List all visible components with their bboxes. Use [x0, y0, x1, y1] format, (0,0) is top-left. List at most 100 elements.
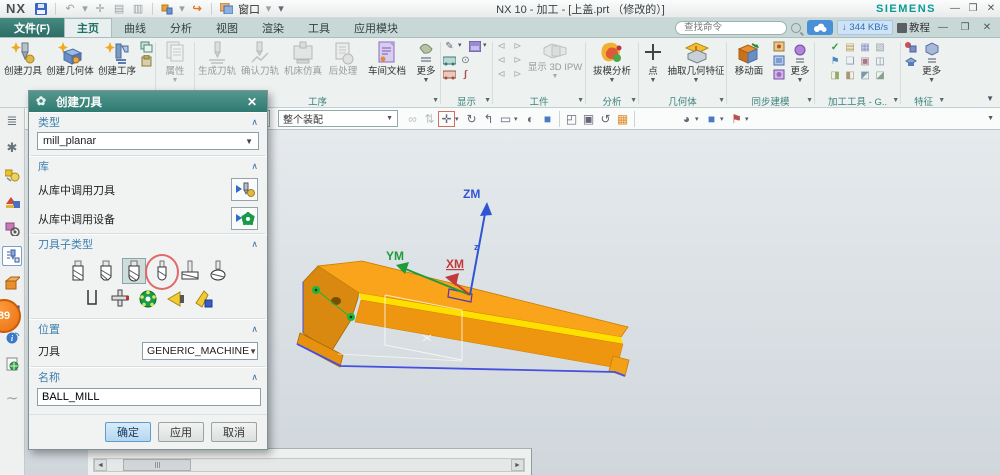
render-style-cube-icon[interactable]: ■: [703, 111, 720, 127]
move-face-button[interactable]: 移动面: [728, 40, 770, 77]
close-doc-button[interactable]: ✕: [978, 21, 996, 35]
circle-dot-icon[interactable]: ⊙: [458, 55, 473, 68]
tool-subtype-drill[interactable]: [80, 286, 104, 312]
operation-more-button[interactable]: 更多 ▼: [413, 40, 439, 84]
tab-modules[interactable]: 应用模块: [342, 18, 410, 37]
assembly-navigator-icon[interactable]: ≣: [2, 111, 22, 131]
cancel-button[interactable]: 取消: [211, 422, 257, 442]
section-header-type[interactable]: 类型∧: [29, 112, 267, 131]
dialog-title-bar[interactable]: ✿ 创建刀具 ✕: [29, 91, 267, 112]
dropdown-icon[interactable]: ▾: [458, 41, 466, 54]
window-dropdown-icon[interactable]: ▾: [265, 2, 272, 15]
window-zoom-icon[interactable]: ▣: [580, 111, 597, 127]
group-label-feature[interactable]: 特征▼: [902, 94, 945, 107]
render-style-sphere-icon[interactable]: ◕: [678, 111, 695, 127]
machine-display-icon[interactable]: [442, 55, 457, 68]
minimize-button[interactable]: —: [946, 2, 964, 16]
program-order-icon[interactable]: [2, 219, 22, 239]
touch-dropdown-icon[interactable]: ▾: [179, 2, 185, 15]
mt-icon[interactable]: ◨: [828, 70, 843, 83]
sync-mini-icon[interactable]: [771, 41, 786, 54]
tab-render[interactable]: 渲染: [250, 18, 296, 37]
web-browser-icon[interactable]: [2, 354, 22, 374]
tab-analysis[interactable]: 分析: [158, 18, 204, 37]
dropdown-icon[interactable]: ▾: [483, 41, 491, 54]
fit-view-icon[interactable]: ◰: [563, 111, 580, 127]
mt-flag-icon[interactable]: ⚑: [828, 56, 843, 69]
axis-label-xm[interactable]: XM: [446, 257, 464, 271]
axis-label-ym[interactable]: YM: [386, 249, 404, 263]
tool-subtype-face-mill[interactable]: [136, 286, 160, 312]
call-device-from-library-button[interactable]: [231, 207, 258, 230]
feature-icon[interactable]: [903, 55, 918, 68]
tab-tools[interactable]: 工具: [296, 18, 342, 37]
part-hole[interactable]: [331, 297, 341, 305]
mt-icon[interactable]: ▣: [858, 56, 873, 69]
create-geometry-button[interactable]: 创建几何体: [45, 40, 95, 77]
dropdown-icon[interactable]: ▾: [695, 115, 703, 123]
group-label-display[interactable]: 显示▼: [442, 94, 491, 107]
type-combo[interactable]: mill_planar▼: [37, 132, 259, 150]
tool-subtype-t-cutter[interactable]: [178, 258, 202, 284]
feature-more-button[interactable]: 更多 ▼: [919, 40, 945, 84]
section-header-location[interactable]: 位置∧: [29, 319, 267, 338]
axis-label-zm[interactable]: ZM: [463, 187, 480, 201]
shop-docs-button[interactable]: 车间文档: [362, 40, 412, 77]
tool-subtype-reamer[interactable]: [108, 286, 132, 312]
object-display-icon[interactable]: [467, 41, 482, 54]
section-header-subtype[interactable]: 刀具子类型∧: [29, 234, 267, 253]
point-button[interactable]: 点 ▼: [640, 40, 666, 84]
cloud-download-icon[interactable]: [807, 20, 833, 35]
tool-subtype-mill[interactable]: [66, 258, 90, 284]
resource-bar-handle[interactable]: ∼: [2, 388, 22, 408]
operation-navigator-icon[interactable]: [2, 165, 22, 185]
edit-display-icon[interactable]: ✎: [442, 41, 457, 54]
tool-subtype-chamfer-mill[interactable]: [94, 258, 118, 284]
tool-name-input[interactable]: [37, 388, 261, 406]
collapse-icon[interactable]: ∧: [251, 117, 258, 128]
collapse-icon[interactable]: ∧: [251, 372, 258, 383]
section-header-name[interactable]: 名称∧: [29, 367, 267, 386]
machine-navigator-icon[interactable]: [2, 192, 22, 212]
spline-icon[interactable]: ∫: [458, 69, 473, 82]
machine-display-alt-icon[interactable]: [442, 69, 457, 82]
group-label-machining-tools[interactable]: 加工工具 - G..▼: [816, 94, 899, 107]
restore-doc-button[interactable]: ❐: [956, 21, 974, 35]
tab-view[interactable]: 视图: [204, 18, 250, 37]
qat-overflow-icon[interactable]: ▾: [277, 2, 285, 15]
ok-button[interactable]: 确定: [105, 422, 151, 442]
tab-home[interactable]: 主页: [64, 18, 112, 37]
ribbon-overflow-icon[interactable]: ▼: [986, 94, 1000, 107]
sync-mini-icon[interactable]: [771, 69, 786, 82]
tool-subtype-ball-mill-selected[interactable]: [122, 258, 146, 284]
mt-icon[interactable]: ◪: [873, 70, 888, 83]
swoosh-icon[interactable]: ↪: [190, 2, 204, 15]
command-search-input[interactable]: [675, 21, 787, 35]
selection-scope-combo[interactable]: 整个装配▼: [278, 110, 398, 127]
tool-navigator-icon[interactable]: [2, 246, 22, 266]
part-top-cover[interactable]: [297, 261, 629, 376]
tool-subtype-barrel[interactable]: [206, 258, 230, 284]
section-header-library[interactable]: 库∧: [29, 156, 267, 175]
copy-operation-icon[interactable]: [139, 41, 154, 54]
mt-icon[interactable]: ▧: [873, 42, 888, 55]
window-menu[interactable]: 窗口: [238, 1, 260, 17]
pmi-flag-icon[interactable]: ⚑: [728, 111, 745, 127]
minimize-ribbon-button[interactable]: —: [934, 21, 952, 35]
tool-subtype-countersink[interactable]: [164, 286, 188, 312]
group-label-workpiece[interactable]: 工件▼: [494, 94, 584, 107]
settings-gear-icon[interactable]: ✱: [2, 138, 22, 158]
touch-mode-icon[interactable]: [160, 2, 174, 15]
tab-file[interactable]: 文件(F): [0, 18, 64, 37]
mt-icon[interactable]: ◫: [873, 56, 888, 69]
scroll-left-icon[interactable]: ◄: [94, 459, 107, 471]
dropdown-icon[interactable]: ▾: [514, 115, 522, 123]
mt-icon[interactable]: ◩: [858, 70, 873, 83]
collapse-icon[interactable]: ∧: [251, 161, 258, 172]
apply-button[interactable]: 应用: [158, 422, 204, 442]
scrollbar-thumb[interactable]: [123, 459, 191, 471]
mt-icon[interactable]: ▤: [843, 42, 858, 55]
feature-icon[interactable]: [903, 41, 918, 54]
group-label-geometry[interactable]: 几何体▼: [640, 94, 725, 107]
mt-icon[interactable]: ◧: [843, 70, 858, 83]
